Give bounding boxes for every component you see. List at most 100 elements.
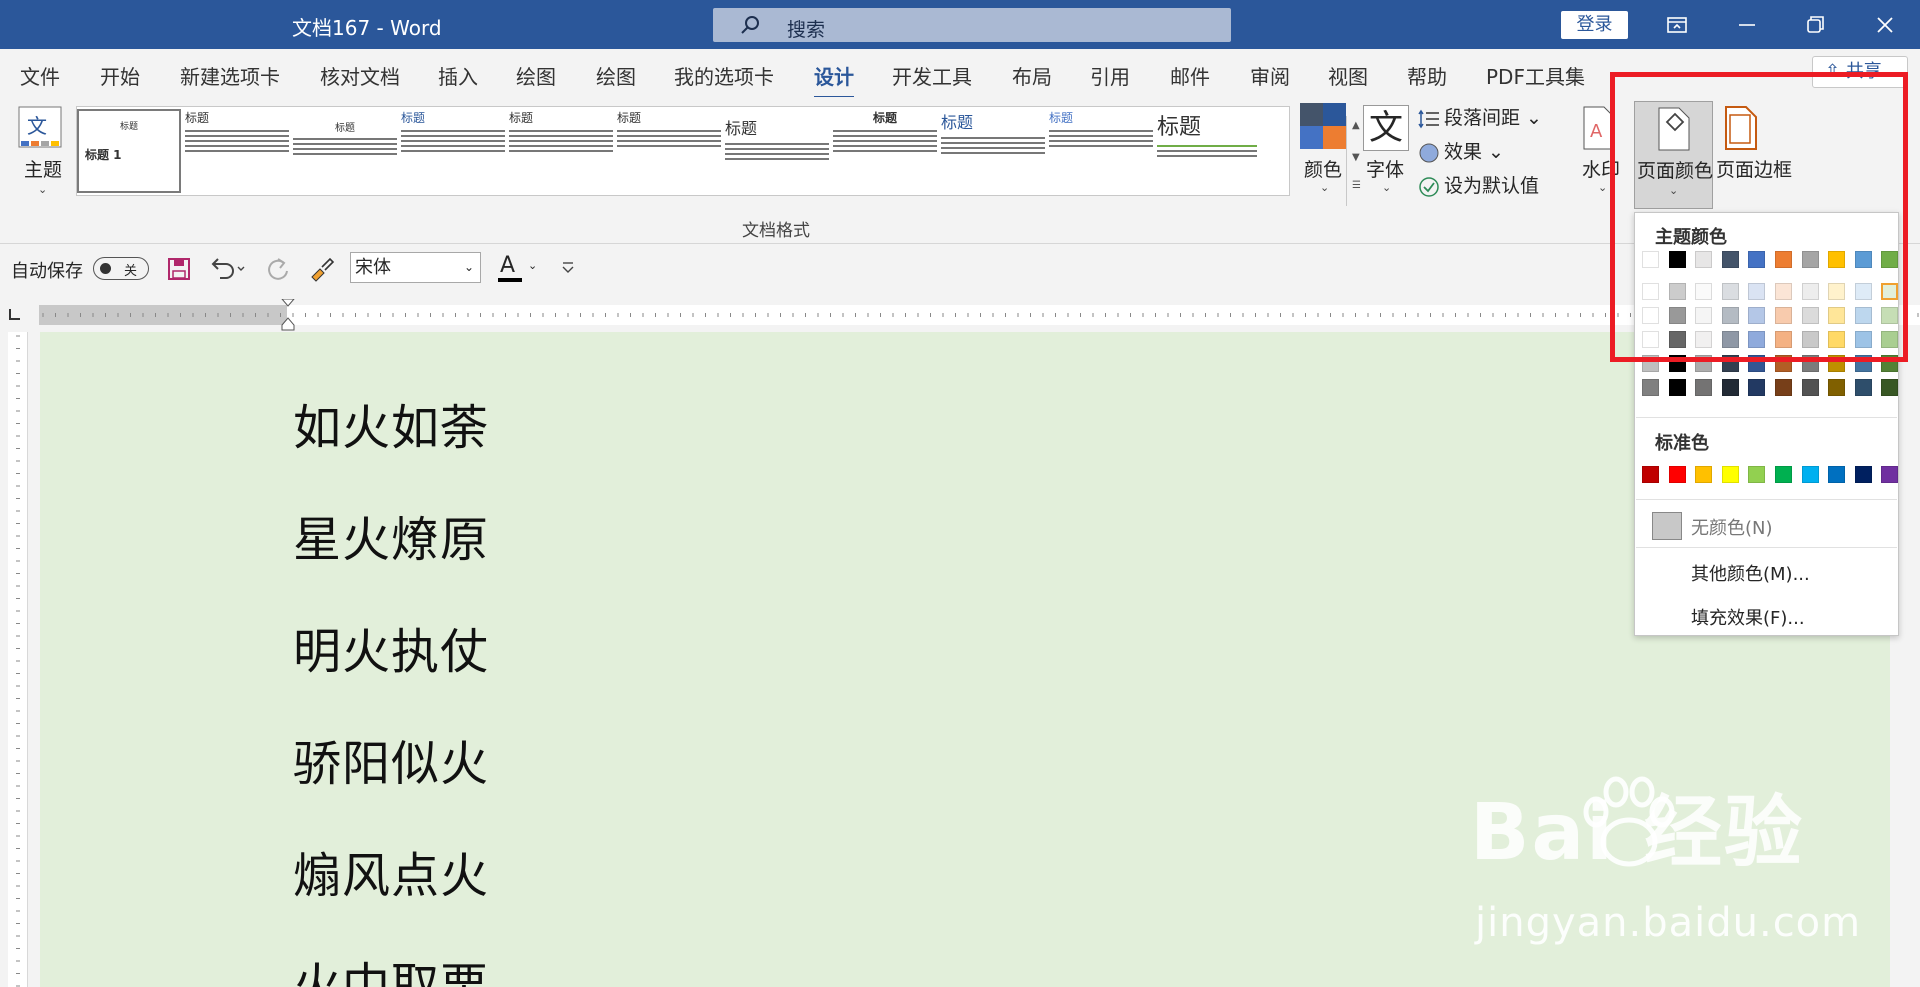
theme-color-shade-swatch[interactable] bbox=[1748, 331, 1766, 348]
share-button[interactable]: ⇧ 共享 bbox=[1812, 56, 1908, 88]
tab-pdf-tools[interactable]: PDF工具集 bbox=[1486, 61, 1585, 90]
document-page[interactable]: 如火如荼 星火燎原 明火执仗 骄阳似火 煽风点火 火中取栗 bbox=[40, 332, 1890, 987]
minimize-icon[interactable] bbox=[1732, 10, 1762, 40]
document-line[interactable]: 骄阳似火 bbox=[293, 724, 489, 794]
theme-color-shade-swatch[interactable] bbox=[1721, 283, 1739, 300]
tab-developer[interactable]: 开发工具 bbox=[892, 61, 972, 90]
standard-color-swatch[interactable] bbox=[1668, 466, 1686, 483]
theme-color-shade-swatch[interactable] bbox=[1881, 307, 1899, 324]
theme-color-swatch[interactable] bbox=[1695, 251, 1713, 268]
theme-color-shade-swatch[interactable] bbox=[1748, 283, 1766, 300]
set-as-default-button[interactable]: 设为默认值 bbox=[1418, 171, 1539, 198]
theme-color-shade-swatch[interactable] bbox=[1881, 331, 1899, 348]
tab-home[interactable]: 开始 bbox=[100, 61, 140, 90]
theme-color-shade-swatch[interactable] bbox=[1668, 331, 1686, 348]
theme-color-shade-swatch[interactable] bbox=[1695, 331, 1713, 348]
theme-color-shade-swatch[interactable] bbox=[1721, 331, 1739, 348]
standard-color-swatch[interactable] bbox=[1854, 466, 1872, 483]
theme-color-shade-swatch[interactable] bbox=[1801, 283, 1819, 300]
standard-color-swatch[interactable] bbox=[1748, 466, 1766, 483]
page-color-button[interactable]: 页面颜色 ⌄ bbox=[1634, 101, 1713, 209]
themes-button[interactable]: 文 bbox=[14, 103, 72, 157]
vertical-ruler[interactable] bbox=[8, 332, 28, 987]
theme-color-shade-swatch[interactable] bbox=[1721, 355, 1739, 372]
theme-color-shade-swatch[interactable] bbox=[1801, 307, 1819, 324]
gallery-scroll-up-icon[interactable]: ▲ bbox=[1352, 120, 1360, 131]
theme-color-swatch[interactable] bbox=[1881, 251, 1899, 268]
theme-color-shade-swatch[interactable] bbox=[1801, 355, 1819, 372]
standard-color-swatch[interactable] bbox=[1695, 466, 1713, 483]
restore-icon[interactable] bbox=[1800, 10, 1830, 40]
watermark-button[interactable]: A bbox=[1578, 105, 1618, 155]
theme-color-shade-swatch[interactable] bbox=[1854, 331, 1872, 348]
theme-color-shade-swatch[interactable] bbox=[1854, 355, 1872, 372]
login-button[interactable]: 登录 bbox=[1561, 11, 1628, 39]
indent-marker-icon[interactable] bbox=[281, 299, 295, 331]
theme-color-shade-swatch[interactable] bbox=[1695, 355, 1713, 372]
theme-color-shade-swatch[interactable] bbox=[1642, 355, 1659, 372]
theme-color-shade-swatch[interactable] bbox=[1775, 331, 1792, 348]
theme-color-shade-swatch[interactable] bbox=[1721, 379, 1739, 396]
document-line[interactable]: 火中取栗 bbox=[293, 946, 489, 987]
theme-color-shade-swatch[interactable] bbox=[1695, 283, 1713, 300]
page-borders-button[interactable] bbox=[1720, 105, 1760, 155]
theme-color-shade-swatch[interactable] bbox=[1668, 307, 1686, 324]
theme-color-swatch[interactable] bbox=[1668, 251, 1686, 268]
theme-color-shade-swatch[interactable] bbox=[1828, 307, 1846, 324]
theme-color-shade-swatch[interactable] bbox=[1854, 379, 1872, 396]
ribbon-display-options-icon[interactable] bbox=[1662, 10, 1692, 40]
font-name-select[interactable]: 宋体 ⌄ bbox=[350, 252, 481, 283]
style-set-thumbnail[interactable]: 标题 bbox=[941, 109, 1045, 193]
theme-color-shade-swatch[interactable] bbox=[1668, 379, 1686, 396]
autosave-toggle[interactable]: 关 bbox=[93, 257, 149, 280]
theme-color-shade-swatch[interactable] bbox=[1642, 307, 1659, 324]
theme-color-shade-swatch[interactable] bbox=[1828, 379, 1846, 396]
theme-color-shade-swatch[interactable] bbox=[1668, 283, 1686, 300]
theme-color-shade-swatch[interactable] bbox=[1854, 283, 1872, 300]
tab-review-doc[interactable]: 核对文档 bbox=[320, 61, 400, 90]
style-set-thumbnail[interactable]: 标题 bbox=[509, 109, 613, 193]
standard-color-swatch[interactable] bbox=[1801, 466, 1819, 483]
more-colors-item[interactable]: 其他颜色(M)... bbox=[1635, 552, 1898, 592]
theme-color-shade-swatch[interactable] bbox=[1668, 355, 1686, 372]
tab-design[interactable]: 设计 bbox=[814, 61, 854, 99]
standard-color-swatch[interactable] bbox=[1721, 466, 1739, 483]
theme-color-shade-swatch[interactable] bbox=[1748, 307, 1766, 324]
theme-color-shade-swatch[interactable] bbox=[1695, 379, 1713, 396]
tab-file[interactable]: 文件 bbox=[20, 61, 60, 90]
theme-color-swatch[interactable] bbox=[1748, 251, 1766, 268]
theme-color-shade-swatch[interactable] bbox=[1775, 307, 1792, 324]
theme-color-swatch[interactable] bbox=[1801, 251, 1819, 268]
gallery-more-icon[interactable]: ☰ bbox=[1352, 180, 1361, 191]
tab-new[interactable]: 新建选项卡 bbox=[180, 61, 280, 90]
colors-button[interactable] bbox=[1300, 103, 1348, 149]
fill-effects-item[interactable]: 填充效果(F)... bbox=[1635, 596, 1898, 636]
tab-insert[interactable]: 插入 bbox=[438, 61, 478, 90]
theme-color-shade-swatch[interactable] bbox=[1881, 355, 1899, 372]
document-line[interactable]: 煽风点火 bbox=[293, 836, 489, 906]
tab-references[interactable]: 引用 bbox=[1090, 61, 1130, 90]
theme-color-shade-swatch[interactable] bbox=[1695, 307, 1713, 324]
theme-color-shade-swatch[interactable] bbox=[1642, 379, 1659, 396]
theme-color-shade-swatch[interactable] bbox=[1775, 283, 1792, 300]
style-set-thumbnail[interactable]: 标题 bbox=[1157, 109, 1257, 193]
style-set-thumbnail[interactable]: 标题 bbox=[185, 109, 289, 193]
tab-draw-1[interactable]: 绘图 bbox=[516, 61, 556, 90]
theme-color-shade-swatch[interactable] bbox=[1748, 379, 1766, 396]
standard-color-swatch[interactable] bbox=[1828, 466, 1846, 483]
theme-color-swatch[interactable] bbox=[1642, 251, 1659, 268]
tab-my-tab[interactable]: 我的选项卡 bbox=[674, 61, 774, 90]
tab-help[interactable]: 帮助 bbox=[1407, 61, 1447, 90]
tab-view[interactable]: 视图 bbox=[1328, 61, 1368, 90]
theme-color-shade-swatch[interactable] bbox=[1775, 355, 1792, 372]
tab-draw-2[interactable]: 绘图 bbox=[596, 61, 636, 90]
undo-icon[interactable] bbox=[208, 256, 248, 282]
theme-color-shade-swatch[interactable] bbox=[1854, 307, 1872, 324]
theme-color-shade-swatch[interactable] bbox=[1801, 379, 1819, 396]
tab-review[interactable]: 审阅 bbox=[1250, 61, 1290, 90]
font-color-button[interactable]: A ⌄ bbox=[498, 253, 542, 283]
theme-color-shade-swatch[interactable] bbox=[1721, 307, 1739, 324]
document-line[interactable]: 星火燎原 bbox=[293, 500, 489, 570]
theme-color-shade-swatch[interactable] bbox=[1828, 355, 1846, 372]
theme-color-shade-swatch[interactable] bbox=[1775, 379, 1792, 396]
